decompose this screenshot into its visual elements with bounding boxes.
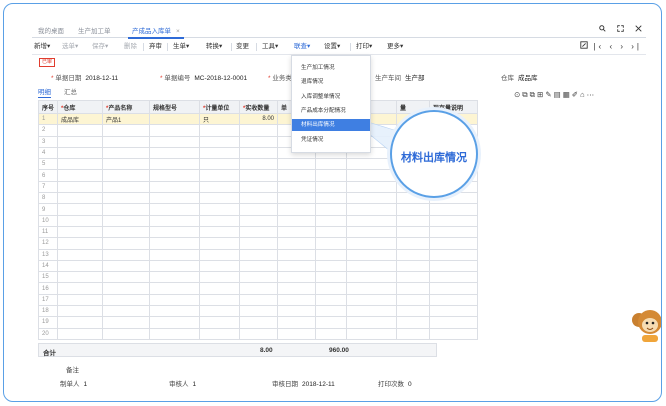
menu-item[interactable]: 退库情况 <box>292 76 370 88</box>
link-query-menu: 生产加工情况 退库情况入库调整单情况 产品成本分配情况 材料出库情况 凭证情况 <box>291 55 371 153</box>
menu-item[interactable]: 生产加工情况 <box>292 62 370 74</box>
menu-item[interactable]: 材料出库情况 <box>292 119 370 132</box>
menu-item[interactable]: 产品成本分配情况 <box>292 105 370 117</box>
callout-magnifier: 材料出库情况 <box>390 110 478 198</box>
app-window: 我的桌面 生产加工单 产成品入库单 × 新增▾ 选单▾ 保存▾ 删除 弃审 生单▾… <box>3 3 662 402</box>
menu-item[interactable]: 入库调整单情况 <box>292 91 370 103</box>
callout-label: 材料出库情况 <box>401 152 467 164</box>
menu-item[interactable]: 凭证情况 <box>292 134 370 146</box>
monkey-mascot-icon[interactable] <box>628 304 662 344</box>
